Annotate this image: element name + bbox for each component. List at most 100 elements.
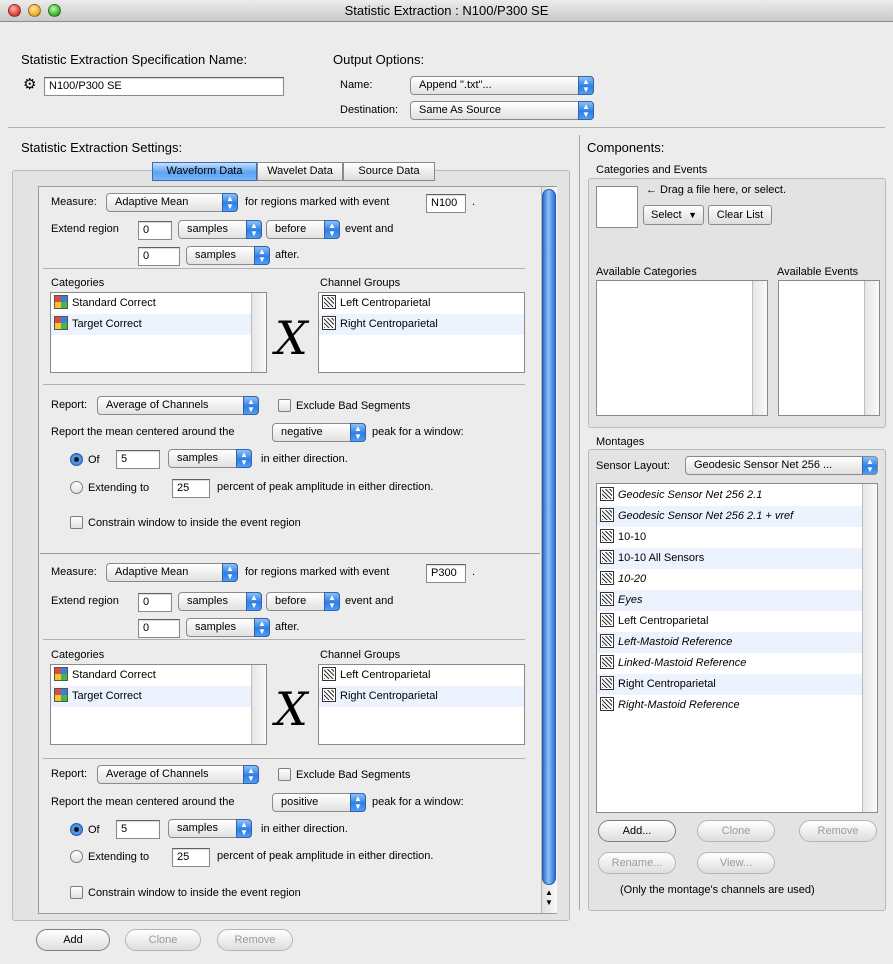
select-popup[interactable]: Select ▼ [643,205,704,225]
tab-waveform-data[interactable]: Waveform Data [152,162,257,181]
of-radio[interactable]: Of [70,823,100,836]
zoom-window-icon[interactable] [48,4,61,17]
montages-list[interactable]: Geodesic Sensor Net 256 2.1 Geodesic Sen… [596,483,878,813]
minimize-window-icon[interactable] [28,4,41,17]
settings-heading: Statistic Extraction Settings: [21,140,183,155]
tab-wavelet-data[interactable]: Wavelet Data [257,162,343,181]
extending-field[interactable]: 25 [172,479,210,498]
exclude-bad-segments-checkbox[interactable]: Exclude Bad Segments [278,768,410,781]
list-item[interactable]: Right Centroparietal [597,674,877,695]
of-unit-popup[interactable]: samples ▲ ▼ [168,819,252,838]
after-unit-popup[interactable]: samples ▲ ▼ [186,618,270,637]
clear-list-button[interactable]: Clear List [708,205,772,225]
before-direction-popup[interactable]: before ▲ ▼ [266,220,340,239]
add-measure-button[interactable]: Add [36,929,110,951]
list-item[interactable]: Geodesic Sensor Net 256 2.1 [597,485,877,506]
before-unit-popup[interactable]: samples ▲ ▼ [178,220,262,239]
destination-popup[interactable]: Same As Source ▲ ▼ [410,101,594,120]
available-categories-list[interactable] [596,280,768,416]
categories-list[interactable]: Standard Correct Target Correct [50,292,267,373]
measures-scroll-thumb[interactable] [542,189,556,885]
drop-target-well[interactable] [596,186,638,228]
scroll-arrows-icon[interactable]: ▲ ▼ [543,888,555,908]
list-item[interactable]: Left Centroparietal [319,665,524,686]
clone-measure-button[interactable]: Clone [125,929,201,951]
tab-source-data[interactable]: Source Data [343,162,435,181]
extend-after-field[interactable]: 0 [138,247,180,266]
remove-montage-button[interactable]: Remove [799,820,877,842]
list-item[interactable]: Left-Mastoid Reference [597,632,877,653]
after-unit-popup[interactable]: samples ▲ ▼ [186,246,270,265]
before-direction-popup[interactable]: before ▲ ▼ [266,592,340,611]
list-item[interactable]: Eyes [597,590,877,611]
list-item[interactable]: Right Centroparietal [319,686,524,707]
extend-before-field[interactable]: 0 [138,593,172,612]
popup-arrows-icon: ▲ ▼ [862,457,877,474]
measure-popup[interactable]: Adaptive Mean ▲ ▼ [106,193,238,212]
measure-value: Adaptive Mean [115,196,189,208]
list-item[interactable]: Target Correct [51,314,266,335]
list-item[interactable]: Linked-Mastoid Reference [597,653,877,674]
list-item[interactable]: Right-Mastoid Reference [597,695,877,716]
list-item[interactable]: Right Centroparietal [319,314,524,335]
channel-groups-list[interactable]: Left Centroparietal Right Centroparietal [318,664,525,745]
montage-icon [600,508,614,522]
of-field[interactable]: 5 [116,820,160,839]
extending-radio[interactable]: Extending to [70,481,149,494]
constrain-window-checkbox[interactable]: Constrain window to inside the event reg… [70,516,301,529]
sensor-layout-popup[interactable]: Geodesic Sensor Net 256 ... ▲ ▼ [685,456,878,475]
of-unit-popup[interactable]: samples ▲ ▼ [168,449,252,468]
available-events-list[interactable] [778,280,880,416]
list-item[interactable]: 10-10 All Sensors [597,548,877,569]
channel-groups-list[interactable]: Left Centroparietal Right Centroparietal [318,292,525,373]
list-item[interactable]: Left Centroparietal [319,293,524,314]
peak-popup[interactable]: positive ▲ ▼ [272,793,366,812]
extending-field[interactable]: 25 [172,848,210,867]
rename-montage-button[interactable]: Rename... [598,852,676,874]
mean-text: Report the mean centered around the [51,796,235,808]
of-field[interactable]: 5 [116,450,160,469]
constrain-window-checkbox[interactable]: Constrain window to inside the event reg… [70,886,301,899]
categories-header: Categories [51,277,105,289]
categories-scrollbar[interactable] [251,293,266,372]
exclude-bad-segments-checkbox[interactable]: Exclude Bad Segments [278,399,410,412]
add-montage-button[interactable]: Add... [598,820,676,842]
report-popup[interactable]: Average of Channels ▲ ▼ [97,765,259,784]
list-item[interactable]: 10-20 [597,569,877,590]
event-field[interactable]: N100 [426,194,466,213]
measure-popup[interactable]: Adaptive Mean ▲ ▼ [106,563,238,582]
remove-measure-button[interactable]: Remove [217,929,293,951]
title-bar[interactable]: Statistic Extraction : N100/P300 SE [0,0,893,22]
list-item[interactable]: Target Correct [51,686,266,707]
before-unit-popup[interactable]: samples ▲ ▼ [178,592,262,611]
montage-icon [600,550,614,564]
list-item[interactable]: Geodesic Sensor Net 256 2.1 + vref [597,506,877,527]
montage-icon [322,688,336,702]
extend-before-field[interactable]: 0 [138,221,172,240]
montages-scrollbar[interactable] [862,484,877,812]
report-popup[interactable]: Average of Channels ▲ ▼ [97,396,259,415]
available-events-scrollbar[interactable] [864,281,879,415]
checkbox-icon [70,516,83,529]
event-field[interactable]: P300 [426,564,466,583]
clone-montage-button[interactable]: Clone [697,820,775,842]
extend-region-label: Extend region [51,223,119,235]
extend-after-field[interactable]: 0 [138,619,180,638]
spec-name-field[interactable]: N100/P300 SE [44,77,284,96]
popup-arrows-icon: ▲ ▼ [350,423,366,442]
output-name-popup[interactable]: Append ".txt"... ▲ ▼ [410,76,594,95]
list-item[interactable]: 10-10 [597,527,877,548]
categories-list[interactable]: Standard Correct Target Correct [50,664,267,745]
available-categories-scrollbar[interactable] [752,281,767,415]
list-item[interactable]: Left Centroparietal [597,611,877,632]
close-window-icon[interactable] [8,4,21,17]
view-montage-button[interactable]: View... [697,852,775,874]
destination-label: Destination: [340,104,399,116]
extending-radio[interactable]: Extending to [70,850,149,863]
categories-scrollbar[interactable] [251,665,266,744]
list-item[interactable]: Standard Correct [51,665,266,686]
list-item[interactable]: Standard Correct [51,293,266,314]
peak-popup[interactable]: negative ▲ ▼ [272,423,366,442]
of-radio[interactable]: Of [70,453,100,466]
gear-icon[interactable]: ⚙ [23,77,39,93]
